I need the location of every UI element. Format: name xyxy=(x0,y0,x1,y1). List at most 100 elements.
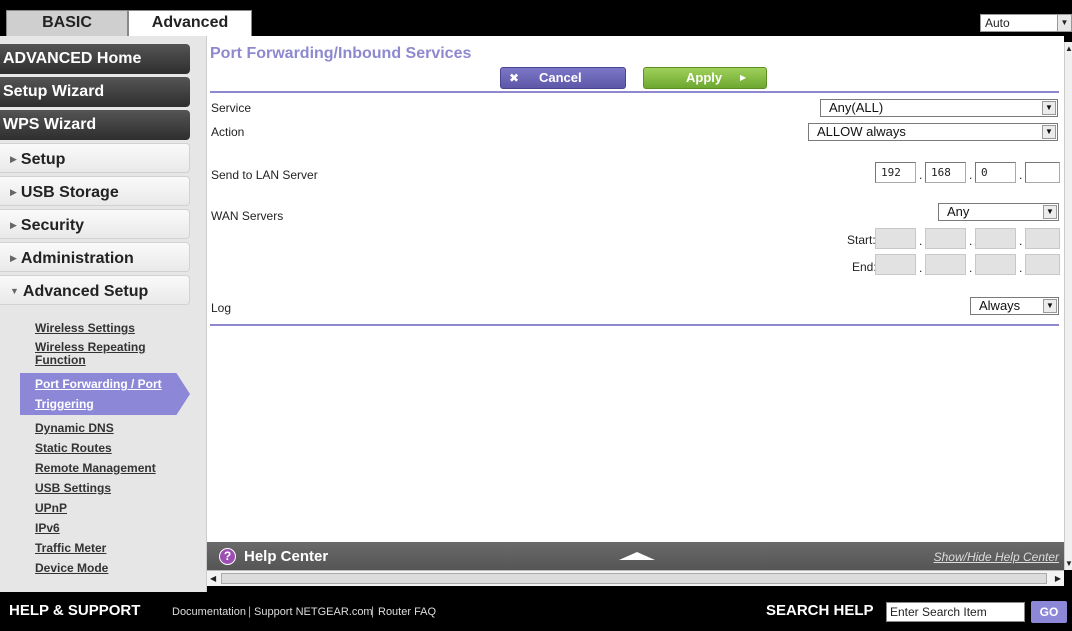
sidebar-subitem-upnp[interactable]: UPnP xyxy=(35,502,67,515)
sidebar-subitem-dynamic-dns[interactable]: Dynamic DNS xyxy=(35,422,114,435)
log-select[interactable]: Always ▼ xyxy=(970,297,1059,315)
triangle-right-icon: ▶ xyxy=(10,187,17,197)
service-label: Service xyxy=(211,101,252,115)
wan-end-octet-4[interactable] xyxy=(1025,254,1060,275)
sidebar-subitem-usb-settings[interactable]: USB Settings xyxy=(35,482,111,495)
go-button[interactable]: GO xyxy=(1031,601,1067,623)
log-value: Always xyxy=(979,298,1021,313)
show-hide-help-link[interactable]: Show/Hide Help Center xyxy=(934,550,1059,564)
tab-advanced[interactable]: Advanced xyxy=(128,10,252,36)
main-panel: Port Forwarding/Inbound Services ✖ Cance… xyxy=(207,36,1064,542)
ip-dot: . xyxy=(919,261,923,275)
cancel-button[interactable]: ✖ Cancel xyxy=(500,67,626,89)
expand-up-icon[interactable] xyxy=(619,552,655,560)
router-faq-link[interactable]: Router FAQ xyxy=(378,606,436,618)
wan-start-octet-4[interactable] xyxy=(1025,228,1060,249)
language-select[interactable]: Auto ▼ xyxy=(980,14,1072,32)
lan-server-label: Send to LAN Server xyxy=(211,168,318,182)
search-help-label: SEARCH HELP xyxy=(766,602,874,619)
wan-end-octet-2[interactable] xyxy=(925,254,966,275)
service-select[interactable]: Any(ALL) ▼ xyxy=(820,99,1058,117)
scroll-right-icon[interactable]: ▶ xyxy=(1055,574,1061,583)
apply-label: Apply xyxy=(686,70,723,85)
scroll-up-icon[interactable]: ▲ xyxy=(1065,44,1072,53)
help-center-title: Help Center xyxy=(244,548,329,565)
documentation-link[interactable]: Documentation xyxy=(172,606,246,618)
chevron-down-icon: ▼ xyxy=(1043,299,1057,313)
sidebar-item-advanced-setup[interactable]: ▼ Advanced Setup xyxy=(0,275,190,305)
ip-dot: . xyxy=(1019,261,1023,275)
sidebar-subitem-remote-management[interactable]: Remote Management xyxy=(35,462,156,475)
action-label: Action xyxy=(211,125,245,139)
wan-end-octet-1[interactable] xyxy=(875,254,916,275)
action-value: ALLOW always xyxy=(817,124,906,139)
lan-ip-octet-3[interactable]: 0 xyxy=(975,162,1016,183)
triangle-right-icon: ▶ xyxy=(10,253,17,263)
sidebar-item-label: Security xyxy=(20,217,85,234)
ip-dot: . xyxy=(969,168,973,182)
sidebar-item-wps-wizard[interactable]: WPS Wizard xyxy=(0,110,190,140)
horizontal-scrollbar[interactable]: ◀ ▶ xyxy=(207,570,1064,586)
separator: | xyxy=(371,604,375,618)
wan-start-octet-3[interactable] xyxy=(975,228,1016,249)
sidebar-item-setup-wizard[interactable]: Setup Wizard xyxy=(0,77,190,107)
sidebar-subitem-device-mode[interactable]: Device Mode xyxy=(35,562,108,575)
sidebar-subitem-port-forwarding[interactable]: Port Forwarding / Port xyxy=(35,378,162,391)
sidebar-item-usb-storage[interactable]: ▶ USB Storage xyxy=(0,176,190,206)
wan-servers-value: Any xyxy=(947,204,970,219)
wan-servers-select[interactable]: Any ▼ xyxy=(938,203,1059,221)
sidebar-subitem-port-triggering[interactable]: Triggering xyxy=(35,398,94,411)
ip-dot: . xyxy=(919,168,923,182)
start-label: Start: xyxy=(847,233,876,247)
sidebar-subitem-wireless-settings[interactable]: Wireless Settings xyxy=(35,322,135,335)
sidebar-subitem-ipv6[interactable]: IPv6 xyxy=(35,522,60,535)
wan-servers-label: WAN Servers xyxy=(211,209,284,223)
sidebar-item-advanced-home[interactable]: ADVANCED Home xyxy=(0,44,190,74)
apply-button[interactable]: Apply ▶ xyxy=(643,67,767,89)
tab-basic[interactable]: BASIC xyxy=(6,10,128,36)
ip-dot: . xyxy=(969,261,973,275)
search-input[interactable]: Enter Search Item xyxy=(886,602,1025,622)
sidebar-subitem-traffic-meter[interactable]: Traffic Meter xyxy=(35,542,106,555)
help-center-bar: ? Help Center Show/Hide Help Center xyxy=(207,542,1064,570)
scrollbar-thumb[interactable] xyxy=(221,573,1047,584)
service-value: Any(ALL) xyxy=(829,100,884,115)
sidebar-item-label: Setup xyxy=(20,151,66,168)
lan-ip-octet-1[interactable]: 192 xyxy=(875,162,916,183)
separator: | xyxy=(248,604,252,618)
sidebar-item-label: Advanced Setup xyxy=(22,283,149,300)
lan-ip-octet-2[interactable]: 168 xyxy=(925,162,966,183)
sidebar-item-security[interactable]: ▶ Security xyxy=(0,209,190,239)
help-support-label: HELP & SUPPORT xyxy=(9,602,141,619)
scroll-down-icon[interactable]: ▼ xyxy=(1065,559,1072,568)
divider xyxy=(210,324,1059,326)
wan-start-octet-2[interactable] xyxy=(925,228,966,249)
triangle-down-icon: ▼ xyxy=(10,286,19,296)
ip-dot: . xyxy=(969,234,973,248)
wan-end-octet-3[interactable] xyxy=(975,254,1016,275)
support-netgear-link[interactable]: Support NETGEAR.com xyxy=(254,606,373,618)
ip-dot: . xyxy=(1019,234,1023,248)
help-icon: ? xyxy=(219,548,236,565)
triangle-right-icon: ▶ xyxy=(740,73,747,82)
footer: HELP & SUPPORT Documentation | Support N… xyxy=(0,592,1072,631)
triangle-right-icon: ▶ xyxy=(10,220,17,230)
sidebar-subitem-static-routes[interactable]: Static Routes xyxy=(35,442,112,455)
wan-start-octet-1[interactable] xyxy=(875,228,916,249)
top-bar: BASIC Advanced Auto ▼ xyxy=(0,0,1072,36)
ip-dot: . xyxy=(1019,168,1023,182)
scroll-left-icon[interactable]: ◀ xyxy=(210,574,216,583)
action-select[interactable]: ALLOW always ▼ xyxy=(808,123,1058,141)
lan-ip-octet-4[interactable] xyxy=(1025,162,1060,183)
sidebar-subitem-wireless-repeating-function[interactable]: Function xyxy=(35,354,86,367)
close-icon: ✖ xyxy=(509,71,520,85)
page-title: Port Forwarding/Inbound Services xyxy=(210,45,472,62)
sidebar-item-label: Administration xyxy=(20,250,134,267)
sidebar-item-administration[interactable]: ▶ Administration xyxy=(0,242,190,272)
sidebar-item-setup[interactable]: ▶ Setup xyxy=(0,143,190,173)
chevron-down-icon: ▼ xyxy=(1042,101,1056,115)
ip-dot: . xyxy=(919,234,923,248)
chevron-down-icon: ▼ xyxy=(1042,125,1056,139)
divider xyxy=(210,91,1059,93)
vertical-scrollbar[interactable]: ▲ ▼ xyxy=(1064,42,1072,570)
